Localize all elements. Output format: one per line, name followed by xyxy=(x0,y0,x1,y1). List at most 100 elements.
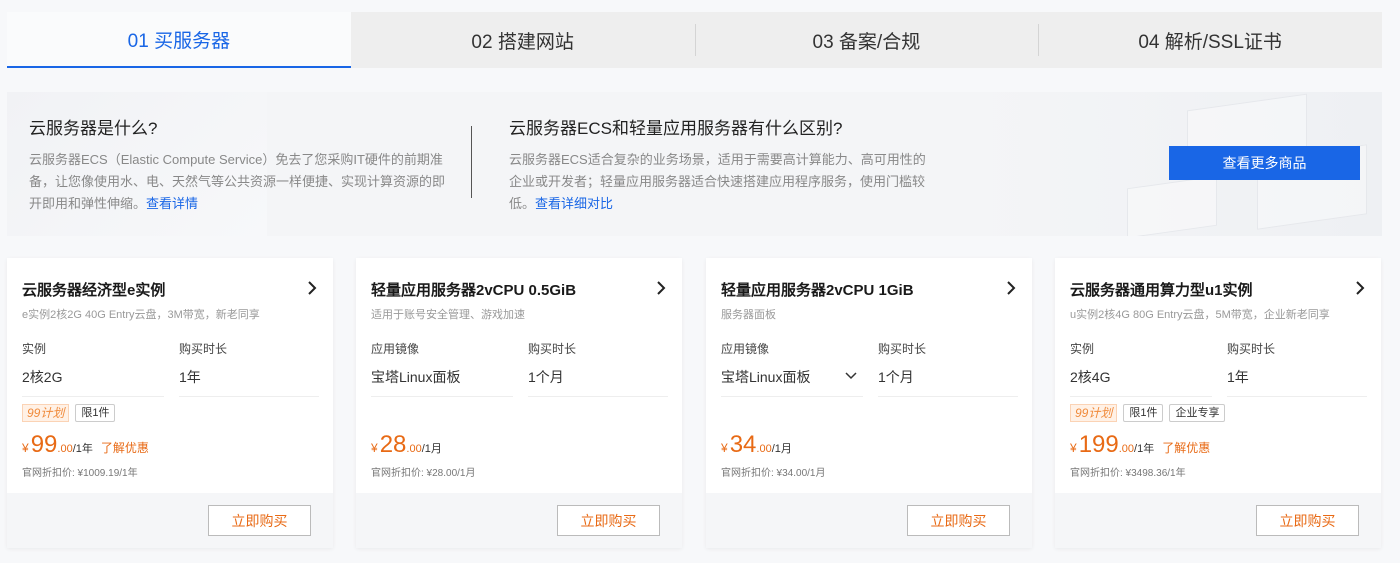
tab-dns-ssl[interactable]: 04 解析/SSL证书 xyxy=(1038,12,1382,68)
field-value: 1年 xyxy=(1227,369,1249,385)
intro-banner: 云服务器是什么? 云服务器ECS（Elastic Compute Service… xyxy=(7,92,1382,236)
card-footer: 立即购买 xyxy=(7,493,333,548)
product-title[interactable]: 轻量应用服务器2vCPU 1GiB xyxy=(721,279,914,300)
tag-list: 99计划 限1件 xyxy=(22,404,116,422)
product-subtitle: u实例2核4G 80G Entry云盘，5M带宽，企业新老同享 xyxy=(1070,309,1330,321)
field-value: 1个月 xyxy=(878,369,914,385)
view-details-link[interactable]: 查看详情 xyxy=(146,196,198,211)
tab-filing[interactable]: 03 备案/合规 xyxy=(694,12,1039,68)
view-more-products-button[interactable]: 查看更多商品 xyxy=(1169,146,1360,180)
duration-select[interactable]: 1个月 xyxy=(878,367,1018,397)
field-label: 购买时长 xyxy=(878,342,927,356)
duration-select[interactable]: 1个月 xyxy=(528,367,668,397)
instance-field: 实例 2核2G xyxy=(22,340,164,397)
plan-99-badge: 99计划 xyxy=(22,404,70,422)
original-price: 官网折扣价: ¥3498.36/1年 xyxy=(1070,468,1186,479)
product-subtitle: 服务器面板 xyxy=(721,309,776,321)
card-footer: 立即购买 xyxy=(1055,493,1381,548)
duration-select[interactable]: 1年 xyxy=(179,367,319,397)
currency-symbol: ¥ xyxy=(371,441,378,455)
original-price: 官网折扣价: ¥34.00/1月 xyxy=(721,468,826,479)
field-label: 购买时长 xyxy=(179,342,228,356)
price-integer: 199 xyxy=(1078,431,1119,458)
duration-field: 购买时长 1个月 xyxy=(528,340,668,397)
currency-symbol: ¥ xyxy=(1070,441,1077,455)
duration-select[interactable]: 1年 xyxy=(1227,367,1367,397)
price: ¥ 99 .00 /1年 了解优惠 xyxy=(22,431,149,459)
field-value: 宝塔Linux面板 xyxy=(371,369,461,385)
tab-label: 04 解析/SSL证书 xyxy=(1138,31,1282,53)
price: ¥ 199 .00 /1年 了解优惠 xyxy=(1070,431,1210,459)
tab-label: 02 搭建网站 xyxy=(471,31,574,53)
price-integer: 99 xyxy=(30,431,58,458)
tab-build-site[interactable]: 02 搭建网站 xyxy=(351,12,695,68)
currency-symbol: ¥ xyxy=(22,441,29,455)
currency-symbol: ¥ xyxy=(721,441,728,455)
image-select[interactable]: 宝塔Linux面板 xyxy=(371,367,513,397)
field-label: 购买时长 xyxy=(528,342,577,356)
chevron-down-icon[interactable] xyxy=(845,372,857,380)
price-integer: 28 xyxy=(379,431,407,458)
instance-select[interactable]: 2核2G xyxy=(22,367,164,397)
duration-field: 购买时长 1个月 xyxy=(878,340,1018,397)
price: ¥ 28 .00 /1月 xyxy=(371,431,442,459)
buy-now-button[interactable]: 立即购买 xyxy=(208,505,311,536)
product-subtitle: e实例2核2G 40G Entry云盘，3M带宽，新老同享 xyxy=(22,309,260,321)
product-title[interactable]: 云服务器通用算力型u1实例 xyxy=(1070,279,1253,300)
price-decimal: .00 xyxy=(756,443,772,455)
plan-99-badge: 99计划 xyxy=(1070,404,1118,422)
tab-divider xyxy=(694,24,696,56)
limit-tag: 限1件 xyxy=(1123,404,1164,422)
view-comparison-link[interactable]: 查看详细对比 xyxy=(535,196,613,211)
price-unit: /1月 xyxy=(421,443,442,455)
intro-description: 云服务器ECS（Elastic Compute Service）免去了您采购IT… xyxy=(29,152,446,211)
field-value: 宝塔Linux面板 xyxy=(721,369,811,385)
intro-divider xyxy=(471,126,472,198)
product-card: 云服务器通用算力型u1实例 u实例2核4G 80G Entry云盘，5M带宽，企… xyxy=(1055,258,1381,548)
chevron-right-icon[interactable] xyxy=(306,280,318,296)
chevron-right-icon[interactable] xyxy=(1005,280,1017,296)
learn-discount-link[interactable]: 了解优惠 xyxy=(1162,439,1210,456)
field-label: 购买时长 xyxy=(1227,342,1276,356)
decorative-shape xyxy=(1127,175,1217,236)
intro-what-is-ecs: 云服务器是什么? 云服务器ECS（Elastic Compute Service… xyxy=(29,114,449,215)
price-unit: /1年 xyxy=(72,443,93,455)
product-title[interactable]: 轻量应用服务器2vCPU 0.5GiB xyxy=(371,279,576,300)
price-decimal: .00 xyxy=(57,443,73,455)
field-label: 实例 xyxy=(22,342,47,356)
image-select[interactable]: 宝塔Linux面板 xyxy=(721,367,863,397)
field-value: 1个月 xyxy=(528,369,564,385)
image-field: 应用镜像 宝塔Linux面板 xyxy=(371,340,513,397)
buy-now-button[interactable]: 立即购买 xyxy=(907,505,1010,536)
product-card: 云服务器经济型e实例 e实例2核2G 40G Entry云盘，3M带宽，新老同享… xyxy=(7,258,333,548)
image-field: 应用镜像 宝塔Linux面板 xyxy=(721,340,863,397)
tab-divider xyxy=(1038,24,1040,56)
tab-label: 03 备案/合规 xyxy=(812,31,921,53)
product-subtitle: 适用于账号安全管理、游戏加速 xyxy=(371,309,525,321)
price-unit: /1年 xyxy=(1134,443,1155,455)
tab-buy-server[interactable]: 01 买服务器 xyxy=(7,12,351,68)
original-price: 官网折扣价: ¥28.00/1月 xyxy=(371,468,476,479)
price-decimal: .00 xyxy=(406,443,422,455)
buy-now-button[interactable]: 立即购买 xyxy=(1256,505,1359,536)
buy-now-button[interactable]: 立即购买 xyxy=(557,505,660,536)
intro-title: 云服务器是什么? xyxy=(29,119,158,138)
chevron-right-icon[interactable] xyxy=(655,280,667,296)
instance-select[interactable]: 2核4G xyxy=(1070,367,1212,397)
field-label: 应用镜像 xyxy=(721,342,770,356)
field-label: 实例 xyxy=(1070,342,1095,356)
step-tabs: 01 买服务器 02 搭建网站 03 备案/合规 04 解析/SSL证书 xyxy=(7,12,1382,68)
price: ¥ 34 .00 /1月 xyxy=(721,431,792,459)
learn-discount-link[interactable]: 了解优惠 xyxy=(101,439,149,456)
price-unit: /1月 xyxy=(771,443,792,455)
limit-tag: 限1件 xyxy=(75,404,116,422)
product-cards: 云服务器经济型e实例 e实例2核2G 40G Entry云盘，3M带宽，新老同享… xyxy=(7,258,1382,548)
chevron-right-icon[interactable] xyxy=(1354,280,1366,296)
product-title[interactable]: 云服务器经济型e实例 xyxy=(22,279,165,300)
tag-list: 99计划 限1件 企业专享 xyxy=(1070,404,1226,422)
duration-field: 购买时长 1年 xyxy=(179,340,319,397)
intro-text: 云服务器ECS（Elastic Compute Service）免去了您采购IT… xyxy=(29,149,449,215)
instance-field: 实例 2核4G xyxy=(1070,340,1212,397)
intro-ecs-vs-lightweight: 云服务器ECS和轻量应用服务器有什么区别? 云服务器ECS适合复杂的业务场景，适… xyxy=(509,114,929,215)
product-card: 轻量应用服务器2vCPU 1GiB 服务器面板 应用镜像 宝塔Linux面板 购… xyxy=(706,258,1032,548)
